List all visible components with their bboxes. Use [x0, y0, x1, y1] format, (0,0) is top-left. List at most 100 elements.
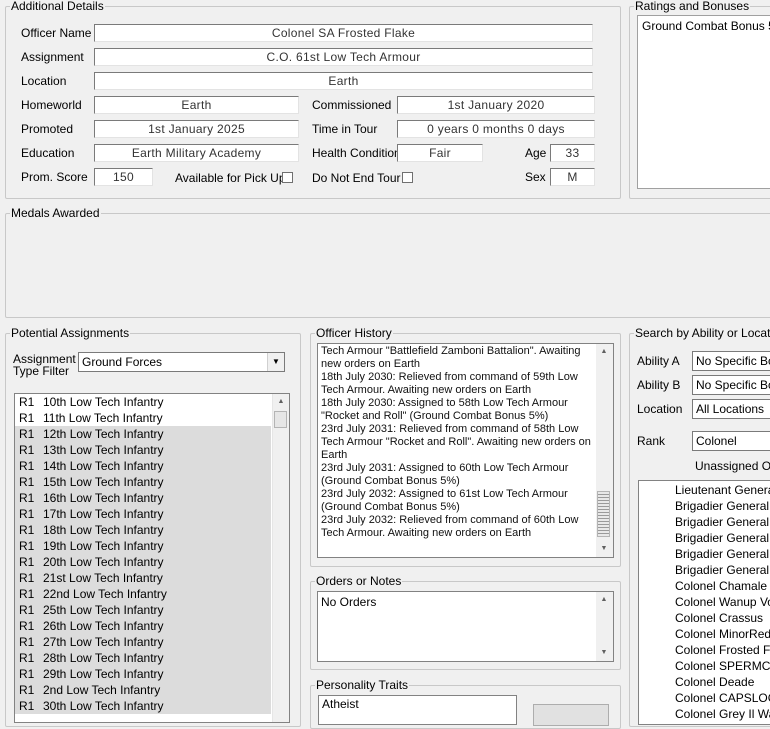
officer-list-item[interactable]: Brigadier General Br [639, 514, 770, 530]
officer-history-text[interactable]: Tech Armour "Battlefield Zamboni Battali… [317, 343, 614, 558]
potential-assignments-scrollbar[interactable]: ▲ [272, 394, 289, 722]
list-item[interactable]: R1 13th Low Tech Infantry [15, 442, 271, 458]
sex-label: Sex [525, 170, 546, 184]
officer-list-item[interactable]: Colonel MinorRed [639, 626, 770, 642]
promoted-field[interactable]: 1st January 2025 [94, 120, 299, 138]
officer-list-item[interactable]: Brigadier General Lu [639, 530, 770, 546]
prom-score-field[interactable]: 150 [94, 168, 153, 186]
officer-list-item[interactable]: Brigadier General Ha [639, 546, 770, 562]
assignment-code: R1 [19, 395, 35, 409]
action-button[interactable] [533, 704, 609, 726]
orders-text: No Orders [321, 595, 377, 609]
scroll-up-icon[interactable]: ▲ [596, 344, 612, 360]
chevron-down-icon[interactable]: ▼ [267, 353, 284, 371]
education-field[interactable]: Earth Military Academy [94, 144, 299, 162]
list-item[interactable]: R1 20th Low Tech Infantry [15, 554, 271, 570]
assignment-code: R1 [19, 667, 35, 681]
location-label: Location [21, 74, 67, 88]
age-field[interactable]: 33 [550, 144, 595, 162]
officer-list-item[interactable]: Colonel Wanup Vod [639, 594, 770, 610]
list-item[interactable]: R1 17th Low Tech Infantry [15, 506, 271, 522]
officer-list-item[interactable]: Colonel Frosted Flak [639, 642, 770, 658]
location-field[interactable]: Earth [94, 72, 593, 90]
assignment-code: R1 [19, 523, 35, 537]
ability-b-select[interactable]: No Specific Bonus [692, 375, 770, 395]
list-item[interactable]: R1 25th Low Tech Infantry [15, 602, 271, 618]
list-item[interactable]: R1 18th Low Tech Infantry [15, 522, 271, 538]
potential-assignments-title: Potential Assignments [11, 326, 130, 340]
search-title: Search by Ability or Location [635, 326, 770, 340]
unassigned-officers-list[interactable]: Lieutenant GeneralBrigadier General PaBr… [638, 480, 770, 725]
history-entry: 23rd July 2031: Relieved from command of… [321, 423, 591, 461]
assignment-code: R1 [19, 459, 35, 473]
pickup-checkbox[interactable] [282, 172, 293, 183]
sex-field[interactable]: M [550, 168, 595, 186]
officer-name-label: Officer Name [21, 26, 92, 40]
list-item[interactable]: R1 27th Low Tech Infantry [15, 634, 271, 650]
list-item[interactable]: R1 16th Low Tech Infantry [15, 490, 271, 506]
officer-list-item[interactable]: Colonel CAPSLOCK [639, 690, 770, 706]
prom-score-label: Prom. Score [21, 170, 88, 184]
list-item[interactable]: R1 2nd Low Tech Infantry [15, 682, 271, 698]
orders-scrollbar[interactable]: ▲ ▼ [596, 592, 613, 661]
list-item[interactable]: R1 19th Low Tech Infantry [15, 538, 271, 554]
assignment-name: 30th Low Tech Infantry [43, 699, 164, 713]
officer-history-title: Officer History [316, 326, 392, 340]
officer-name-field[interactable]: Colonel SA Frosted Flake [94, 24, 593, 42]
ability-a-label: Ability A [637, 354, 680, 368]
assignment-code: R1 [19, 539, 35, 553]
assignment-code: R1 [19, 683, 35, 697]
officer-list-item[interactable]: Brigadier General Lu [639, 562, 770, 578]
commissioned-field[interactable]: 1st January 2020 [397, 96, 595, 114]
officer-list-item[interactable]: Colonel SPERMCUB [639, 658, 770, 674]
scroll-up-icon[interactable]: ▲ [273, 394, 289, 410]
officer-history-scrollbar[interactable]: ▲ ▼ [596, 344, 613, 557]
list-item[interactable]: R1 26th Low Tech Infantry [15, 618, 271, 634]
scroll-down-icon[interactable]: ▼ [596, 645, 612, 661]
assignment-name: 16th Low Tech Infantry [43, 491, 164, 505]
assignment-code: R1 [19, 491, 35, 505]
potential-assignments-list[interactable]: R1 10th Low Tech Infantry R1 11th Low Tech … [14, 393, 290, 723]
list-item[interactable]: R1 29th Low Tech Infantry [15, 666, 271, 682]
list-item[interactable]: R1 14th Low Tech Infantry [15, 458, 271, 474]
search-location-select[interactable]: All Locations [692, 399, 770, 419]
assignment-field[interactable]: C.O. 61st Low Tech Armour [94, 48, 593, 66]
homeworld-field[interactable]: Earth [94, 96, 299, 114]
officer-list-item[interactable]: Lieutenant General [639, 482, 770, 498]
list-item[interactable]: R1 21st Low Tech Infantry [15, 570, 271, 586]
history-entry: 18th July 2030: Assigned to 58th Low Tec… [321, 397, 568, 422]
scroll-thumb[interactable] [274, 411, 287, 428]
officer-list-item[interactable]: Colonel Grey Il Warl [639, 706, 770, 722]
scroll-up-icon[interactable]: ▲ [596, 592, 612, 608]
assignment-code: R1 [19, 635, 35, 649]
list-item[interactable]: R1 12th Low Tech Infantry [15, 426, 271, 442]
orders-textarea[interactable]: No Orders ▲ ▼ [317, 591, 614, 662]
list-item[interactable]: R1 22nd Low Tech Infantry [15, 586, 271, 602]
scroll-thumb[interactable] [597, 491, 610, 537]
officer-list-item[interactable]: Brigadier General Pa [639, 498, 770, 514]
assignment-name: 18th Low Tech Infantry [43, 523, 164, 537]
list-item[interactable]: R1 15th Low Tech Infantry [15, 474, 271, 490]
scroll-down-icon[interactable]: ▼ [596, 541, 612, 557]
assignment-code: R1 [19, 411, 35, 425]
officer-list-item[interactable]: Colonel Deade [639, 674, 770, 690]
officer-list-item[interactable]: Colonel Chamale [639, 578, 770, 594]
medals-group: Medals Awarded [5, 207, 770, 318]
time-in-tour-field[interactable]: 0 years 0 months 0 days [397, 120, 595, 138]
education-label: Education [21, 146, 75, 160]
time-in-tour-label: Time in Tour [312, 122, 378, 136]
list-item[interactable]: R1 11th Low Tech Infantry [15, 410, 271, 426]
not-end-tour-checkbox[interactable] [402, 172, 413, 183]
list-item[interactable]: R1 10th Low Tech Infantry [15, 394, 271, 410]
assignment-type-filter[interactable]: Ground Forces ▼ [78, 352, 285, 372]
ratings-list[interactable]: Ground Combat Bonus 5% [637, 15, 770, 189]
ability-a-select[interactable]: No Specific Bonus [692, 351, 770, 371]
assignment-name: 17th Low Tech Infantry [43, 507, 164, 521]
health-field[interactable]: Fair [397, 144, 483, 162]
officer-list-item[interactable]: Colonel Crassus [639, 610, 770, 626]
rating-item: Ground Combat Bonus 5% [642, 19, 770, 33]
assignment-name: 13th Low Tech Infantry [43, 443, 164, 457]
list-item[interactable]: R1 28th Low Tech Infantry [15, 650, 271, 666]
personality-list[interactable]: Atheist [318, 695, 517, 725]
rank-select[interactable]: Colonel [692, 431, 770, 451]
